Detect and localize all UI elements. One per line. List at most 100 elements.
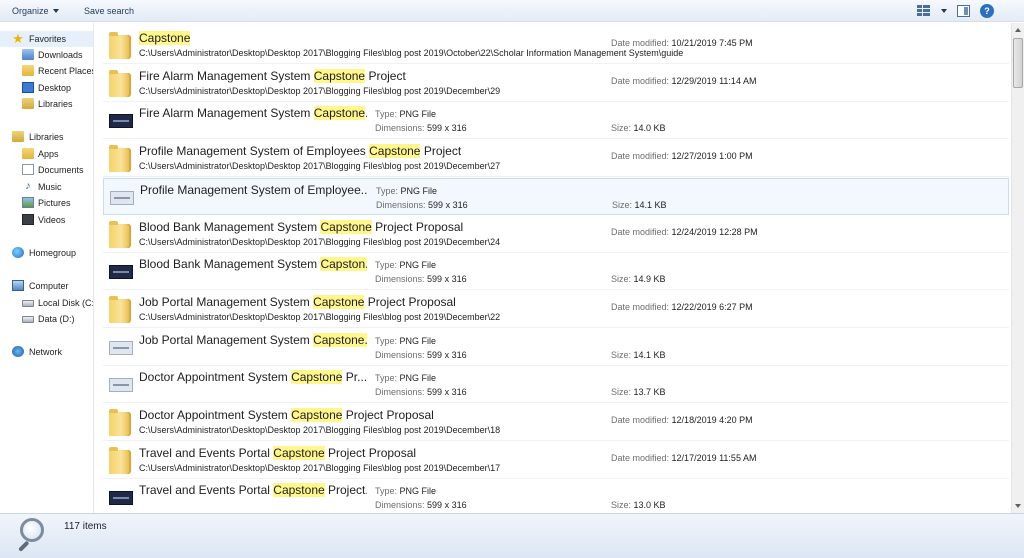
date-modified-value: 12/22/2019 6:27 PM — [671, 302, 753, 312]
folder-icon — [109, 409, 131, 436]
nav-favorites[interactable]: ★ Favorites — [0, 31, 93, 47]
dimensions: Dimensions: 599 x 316 — [375, 123, 467, 133]
nav-label: Data (D:) — [38, 314, 75, 324]
organize-label: Organize — [12, 6, 49, 16]
result-row-folder[interactable]: Capstone C:\Users\Administrator\Desktop\D… — [103, 27, 1009, 64]
result-path: C:\Users\Administrator\Desktop\Desktop 2… — [139, 237, 501, 247]
nav-local-disk[interactable]: Local Disk (C:) — [0, 295, 94, 311]
file-type-value: PNG File — [399, 260, 437, 270]
nav-homegroup[interactable]: Homegroup — [0, 245, 93, 261]
search-magnifier-icon — [14, 518, 50, 556]
result-row-folder[interactable]: Blood Bank Management System Capstone Pr… — [103, 216, 1009, 253]
nav-documents[interactable]: Documents — [0, 162, 93, 178]
file-type: Type: PNG File — [375, 109, 436, 119]
dimensions-label: Dimensions: — [375, 274, 425, 284]
nav-libraries-favorite[interactable]: Libraries — [0, 96, 93, 112]
title-text: Travel and Events Portal — [139, 483, 274, 497]
homegroup-icon — [12, 247, 24, 258]
result-title[interactable]: Job Portal Management System Capstone... — [139, 333, 367, 347]
nav-videos[interactable]: Videos — [0, 212, 93, 228]
result-row-file[interactable]: Blood Bank Management System Capston... T… — [103, 253, 1009, 290]
scroll-down-arrow-icon[interactable] — [1012, 500, 1024, 513]
more-options-chevron-icon[interactable] — [941, 9, 947, 13]
nav-network[interactable]: Network — [0, 344, 93, 360]
nav-label: Recent Places — [38, 66, 94, 76]
result-title[interactable]: Job Portal Management System Capstone Pr… — [139, 295, 456, 309]
result-title[interactable]: Profile Management System of Employees C… — [139, 144, 461, 158]
scrollbar-thumb[interactable] — [1013, 38, 1023, 88]
result-row-file[interactable]: Travel and Events Portal Capstone Projec… — [103, 479, 1009, 513]
nav-recent-places[interactable]: Recent Places — [0, 63, 94, 79]
result-title[interactable]: Fire Alarm Management System Capstone... — [139, 106, 367, 120]
nav-label: Computer — [29, 281, 69, 291]
search-term-highlight: Capstone... — [313, 333, 367, 347]
date-modified-value: 12/27/2019 1:00 PM — [671, 151, 753, 161]
result-row-file[interactable]: Doctor Appointment System Capstone Pr...… — [103, 366, 1009, 403]
result-row-folder[interactable]: Profile Management System of Employees C… — [103, 140, 1009, 177]
title-text: Project Proposal — [371, 220, 464, 234]
nav-computer[interactable]: Computer — [0, 278, 93, 294]
file-size: Size: 13.7 KB — [611, 387, 666, 397]
result-row-file[interactable]: Fire Alarm Management System Capstone...… — [103, 102, 1009, 139]
nav-music[interactable]: ♪ Music — [0, 179, 93, 195]
result-title[interactable]: Travel and Events Portal Capstone Projec… — [139, 483, 367, 497]
dimensions-label: Dimensions: — [375, 123, 425, 133]
nav-label: Local Disk (C:) — [38, 298, 94, 308]
nav-apps[interactable]: Apps — [0, 146, 93, 162]
result-title[interactable]: Blood Bank Management System Capstone Pr… — [139, 220, 463, 234]
result-row-folder[interactable]: Fire Alarm Management System Capstone Pr… — [103, 65, 1009, 102]
desktop-icon — [22, 82, 34, 93]
result-row-file[interactable]: Job Portal Management System Capstone...… — [103, 329, 1009, 366]
nav-pictures[interactable]: Pictures — [0, 195, 93, 211]
title-text: Travel and Events Portal — [139, 446, 274, 460]
help-icon[interactable]: ? — [980, 4, 994, 18]
organize-button[interactable]: Organize — [12, 4, 59, 18]
search-term-highlight: Capstone — [369, 144, 421, 158]
title-text: Doctor Appointment System — [139, 408, 292, 422]
result-row-folder[interactable]: Travel and Events Portal Capstone Projec… — [103, 442, 1009, 479]
result-title[interactable]: Profile Management System of Employee... — [140, 183, 368, 197]
result-title[interactable]: Blood Bank Management System Capston... — [139, 257, 367, 271]
preview-pane-icon[interactable] — [957, 5, 970, 17]
file-type-label: Type: — [375, 486, 398, 496]
date-modified-label: Date modified: — [611, 453, 670, 463]
result-title[interactable]: Travel and Events Portal Capstone Projec… — [139, 446, 416, 460]
vertical-scrollbar[interactable] — [1011, 23, 1024, 513]
file-size-label: Size: — [611, 500, 632, 510]
file-type: Type: PNG File — [376, 186, 437, 196]
scroll-up-arrow-icon[interactable] — [1012, 23, 1024, 36]
title-text: Job Portal Management System — [139, 333, 314, 347]
view-controls: ? — [917, 3, 994, 19]
nav-label: Network — [29, 347, 63, 357]
image-thumbnail-icon — [109, 491, 133, 505]
image-thumbnail-icon — [109, 114, 133, 128]
nav-desktop[interactable]: Desktop — [0, 80, 93, 96]
search-term-highlight: Capstone — [273, 446, 325, 460]
result-title[interactable]: Doctor Appointment System Capstone Pr... — [139, 370, 367, 384]
nav-libraries[interactable]: Libraries — [0, 129, 93, 145]
nav-data-drive[interactable]: Data (D:) — [0, 311, 93, 327]
file-type-label: Type: — [376, 186, 399, 196]
computer-icon — [12, 280, 24, 291]
date-modified-value: 12/29/2019 11:14 AM — [671, 76, 757, 86]
save-search-button[interactable]: Save search — [84, 4, 134, 18]
result-title[interactable]: Capstone — [139, 31, 191, 45]
result-title[interactable]: Fire Alarm Management System Capstone Pr… — [139, 69, 406, 83]
result-title[interactable]: Doctor Appointment System Capstone Proje… — [139, 408, 434, 422]
title-text: Fire Alarm Management System — [139, 69, 314, 83]
result-row-folder[interactable]: Doctor Appointment System Capstone Proje… — [103, 404, 1009, 441]
title-text: Pr... — [342, 370, 367, 384]
nav-downloads[interactable]: Downloads — [0, 47, 93, 63]
date-modified-value: 12/17/2019 11:55 AM — [671, 453, 757, 463]
nav-label: Videos — [38, 215, 66, 225]
file-type-label: Type: — [375, 336, 398, 346]
image-thumbnail-icon — [109, 378, 133, 392]
result-row-file[interactable]: Profile Management System of Employee...… — [103, 178, 1009, 215]
dimensions-label: Dimensions: — [376, 200, 426, 210]
date-modified-label: Date modified: — [611, 302, 670, 312]
file-type: Type: PNG File — [375, 486, 436, 496]
result-path: C:\Users\Administrator\Desktop\Desktop 2… — [139, 161, 501, 171]
file-size-value: 13.7 KB — [633, 387, 666, 397]
result-row-folder[interactable]: Job Portal Management System Capstone Pr… — [103, 291, 1009, 328]
change-view-icon[interactable] — [917, 5, 931, 17]
